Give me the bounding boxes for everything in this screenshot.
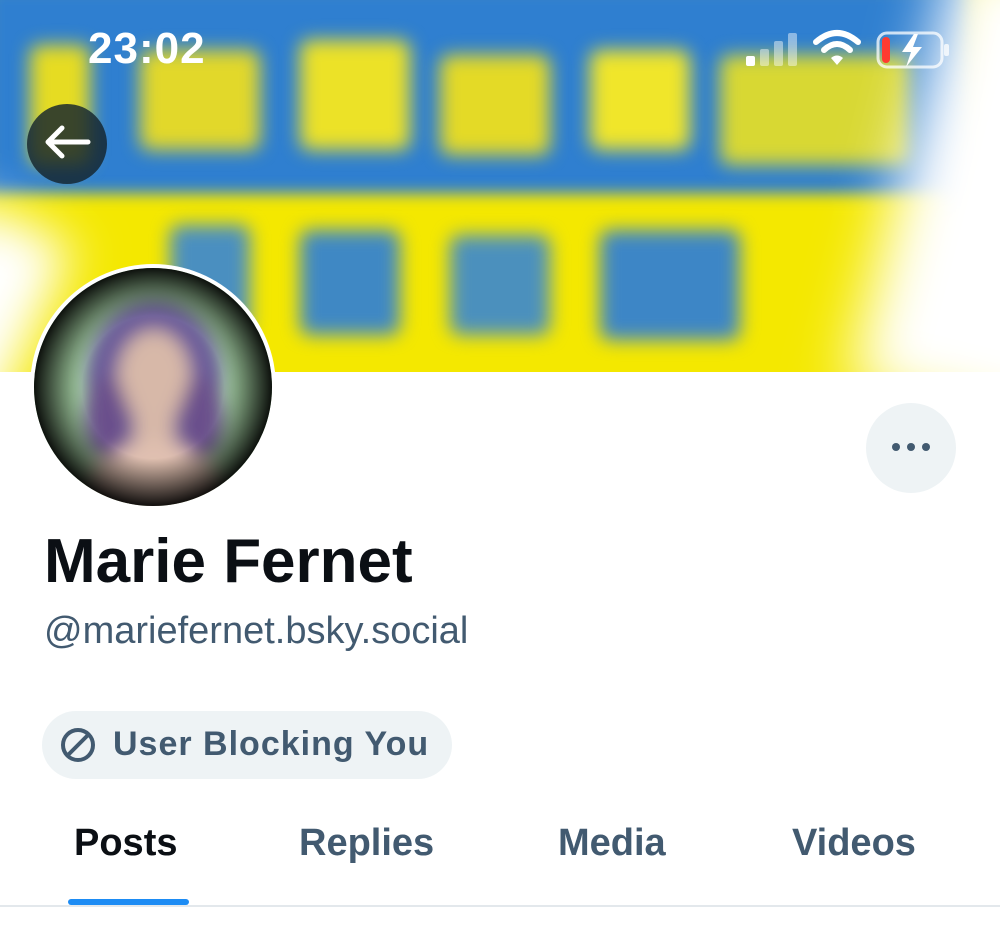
status-bar: 23:02 [0,0,1000,100]
back-button[interactable] [27,104,107,184]
more-options-button[interactable] [866,403,956,493]
profile-display-name: Marie Fernet [44,527,413,596]
arrow-left-icon [42,122,92,167]
battery-charging-icon [876,30,952,75]
block-icon [60,727,96,768]
tab-posts[interactable]: Posts [74,822,177,865]
ellipsis-icon [891,439,931,457]
tab-replies[interactable]: Replies [299,822,434,865]
tabs-divider [0,905,1000,907]
avatar-image [34,268,272,506]
status-time: 23:02 [88,24,206,73]
profile-tabs: Posts Replies Media Videos [0,800,1000,906]
tab-videos[interactable]: Videos [792,822,916,865]
signal-icon [744,32,800,73]
tab-media[interactable]: Media [558,822,666,865]
profile-handle: @mariefernet.bsky.social [44,610,469,652]
profile-avatar[interactable] [30,264,276,510]
wifi-icon [812,28,862,73]
user-blocking-badge[interactable]: User Blocking You [42,711,452,779]
blocking-badge-label: User Blocking You [113,725,430,763]
